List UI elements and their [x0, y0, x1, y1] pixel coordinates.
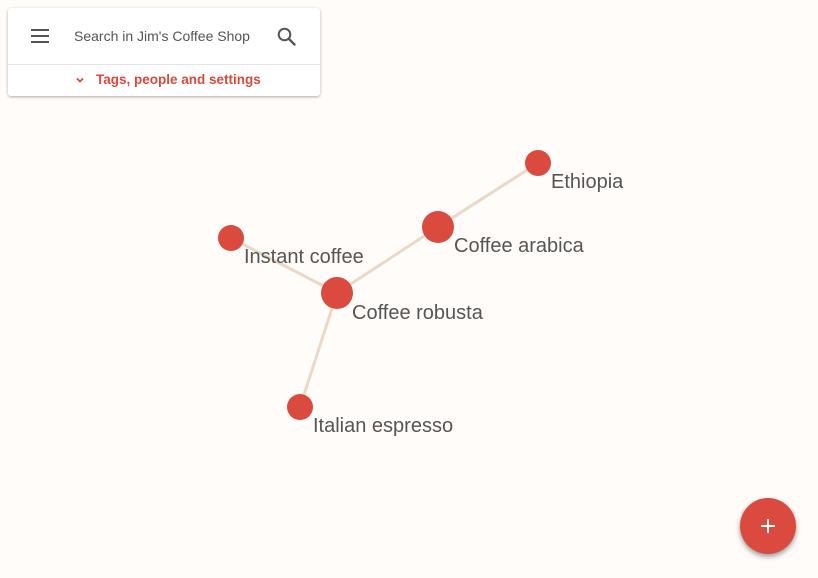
graph-node-ethiopia[interactable] — [525, 150, 551, 176]
graph-node-label-coffee-arabica[interactable]: Coffee arabica — [454, 235, 585, 257]
graph-node-coffee-arabica[interactable] — [422, 211, 454, 243]
graph-edge-coffee-robusta-italian-espresso — [298, 292, 339, 408]
graph-node-label-coffee-robusta[interactable]: Coffee robusta — [352, 302, 484, 324]
graph-node-label-italian-espresso[interactable]: Italian espresso — [313, 415, 453, 437]
add-button[interactable] — [740, 498, 796, 554]
graph-edge-ethiopia-coffee-arabica — [437, 161, 539, 229]
plus-icon — [761, 519, 775, 533]
graph-node-label-ethiopia[interactable]: Ethiopia — [551, 171, 624, 193]
graph-node-instant-coffee[interactable] — [218, 225, 244, 251]
topic-graph: Ethiopia Coffee arabica Instant coffee Coff… — [218, 150, 624, 437]
graph-node-coffee-robusta[interactable] — [321, 277, 353, 309]
graph-node-italian-espresso[interactable] — [287, 394, 313, 420]
graph-node-label-instant-coffee[interactable]: Instant coffee — [244, 246, 364, 268]
